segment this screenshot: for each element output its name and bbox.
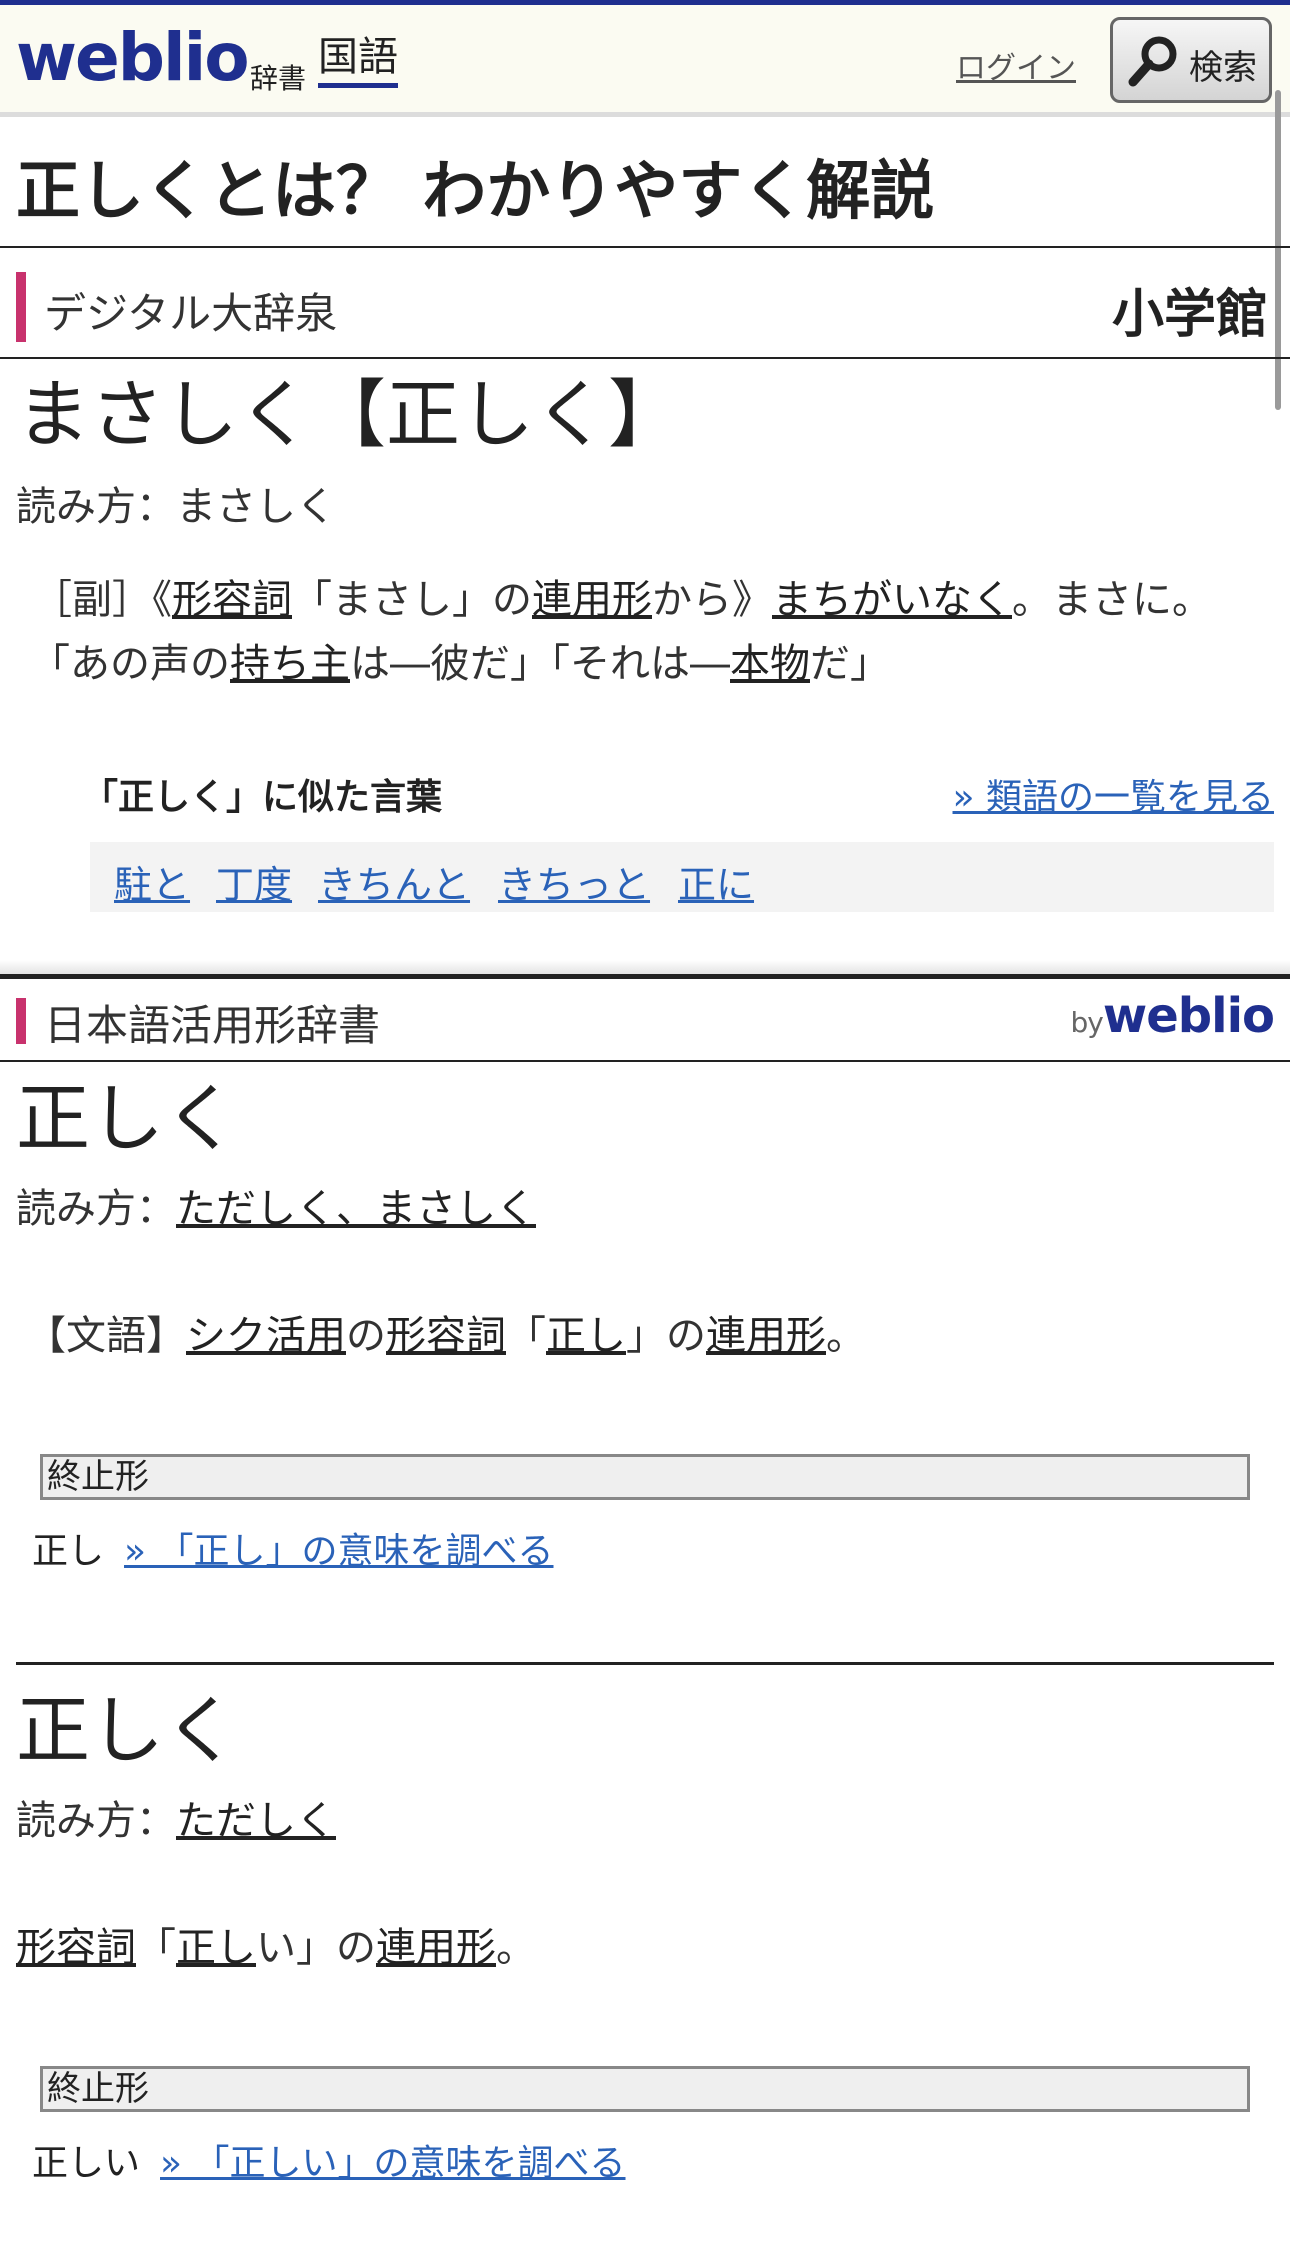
entry-divider	[16, 1662, 1274, 1665]
reading-value: まさしく	[176, 484, 336, 530]
definition: 形容詞「正しい」の連用形。	[16, 1916, 536, 1980]
similar-words-more-link[interactable]: » 類語の一覧を見る	[953, 768, 1274, 820]
def-link[interactable]: まちがいなく	[772, 577, 1012, 623]
login-link[interactable]: ログイン	[956, 43, 1076, 87]
def-link[interactable]: 形容詞	[16, 1925, 136, 1971]
def-link[interactable]: 本物	[730, 641, 810, 687]
search-label: 検索	[1189, 48, 1257, 88]
def-text: 【文語】	[26, 1313, 186, 1359]
def-link[interactable]: 連用形	[532, 577, 652, 623]
definition-line-1: ［副］《形容詞「まさし」の連用形から》まちがいなく。まさに。	[32, 568, 1212, 632]
def-text: の	[346, 1313, 386, 1359]
similar-word[interactable]: 丁度	[216, 854, 292, 909]
dictionary-name[interactable]: 日本語活用形辞書	[44, 992, 380, 1053]
def-text: い」の	[256, 1925, 376, 1971]
similar-word[interactable]: 正に	[678, 854, 754, 909]
conjugated-form: 正し	[32, 1531, 105, 1572]
def-link[interactable]: 形容詞	[172, 577, 292, 623]
dictionary-marker	[16, 272, 26, 342]
reading-label: 読み方：	[16, 484, 176, 530]
category-link[interactable]: 国語	[318, 33, 398, 88]
def-text: 。	[826, 1313, 866, 1359]
def-text: 「まさし」の	[292, 577, 532, 623]
def-text: ［副］《	[32, 577, 172, 623]
reading-label: 読み方：	[16, 1798, 176, 1844]
search-button[interactable]: 検索	[1110, 17, 1272, 103]
conjugation-table-header: 終止形	[40, 2066, 1250, 2112]
search-icon	[1128, 36, 1177, 87]
def-text: 」の	[626, 1313, 706, 1359]
headword: まさしく【正しく】	[16, 372, 682, 458]
lookup-link[interactable]: » 「正しい」の意味を調べる	[160, 2143, 625, 2184]
def-text: 。まさに。	[1012, 577, 1212, 623]
def-text: 。	[496, 1925, 536, 1971]
by-label: by	[1070, 1006, 1104, 1039]
page-title: 正しくとは？ わかりやすく解説	[16, 155, 935, 229]
reading: 読み方：まさしく	[16, 482, 336, 532]
divider	[0, 1060, 1290, 1062]
def-link[interactable]: シク活用	[186, 1313, 346, 1359]
def-link[interactable]: 形容詞	[386, 1313, 506, 1359]
similar-words-list: 駐と 丁度 きちんと きちっと 正に	[90, 842, 1274, 912]
def-link[interactable]: 正し	[176, 1925, 256, 1971]
dictionary-name[interactable]: デジタル大辞泉	[44, 280, 337, 341]
def-text: 「	[136, 1925, 176, 1971]
conjugation-row: 正しい » 「正しい」の意味を調べる	[32, 2134, 626, 2186]
dictionary-marker	[16, 998, 26, 1044]
divider	[0, 357, 1290, 359]
reading: 読み方：ただしく	[16, 1796, 336, 1846]
reading-label: 読み方：	[16, 1186, 176, 1232]
headword: 正しく	[16, 1688, 238, 1774]
publisher-logo: 小学館	[1111, 285, 1268, 345]
headword: 正しく	[16, 1076, 238, 1162]
def-link[interactable]: 持ち主	[230, 641, 350, 687]
definition-line-2: 「あの声の持ち主は―彼だ」「それは―本物だ」	[30, 632, 890, 696]
similar-word[interactable]: きちっと	[498, 854, 650, 909]
conjugation-row: 正し » 「正し」の意味を調べる	[32, 1522, 554, 1574]
brand-name: weblio	[1102, 988, 1275, 1044]
logo-subtitle: 辞書	[250, 62, 307, 95]
conjugation-table-header: 終止形	[40, 1454, 1250, 1500]
site-header: weblio 辞書 国語 ログイン 検索	[0, 5, 1290, 117]
similar-word[interactable]: きちんと	[318, 854, 470, 909]
reading: 読み方：ただしく、まさしく	[16, 1184, 536, 1234]
def-link[interactable]: 連用形	[376, 1925, 496, 1971]
divider	[0, 246, 1290, 248]
byweblio-logo: byweblio	[1070, 988, 1275, 1044]
lookup-link[interactable]: » 「正し」の意味を調べる	[124, 1531, 553, 1572]
def-link[interactable]: 正し	[546, 1313, 626, 1359]
def-link[interactable]: 連用形	[706, 1313, 826, 1359]
def-text: は―彼だ」「それは―	[350, 641, 730, 687]
def-text: から》	[652, 577, 772, 623]
reading-value[interactable]: ただしく	[176, 1798, 336, 1844]
def-text: 「	[506, 1313, 546, 1359]
similar-words-title: 「正しく」に似た言葉	[82, 777, 443, 818]
reading-value[interactable]: ただしく、まさしく	[176, 1186, 536, 1232]
conjugated-form: 正しい	[32, 2143, 141, 2184]
def-text: 「あの声の	[30, 641, 230, 687]
similar-word[interactable]: 駐と	[114, 854, 190, 909]
def-text: だ」	[810, 641, 890, 687]
dictionary-header: デジタル大辞泉 小学館	[0, 250, 1290, 358]
definition: 【文語】シク活用の形容詞「正し」の連用形。	[26, 1304, 866, 1368]
weblio-logo[interactable]: weblio	[16, 23, 250, 93]
